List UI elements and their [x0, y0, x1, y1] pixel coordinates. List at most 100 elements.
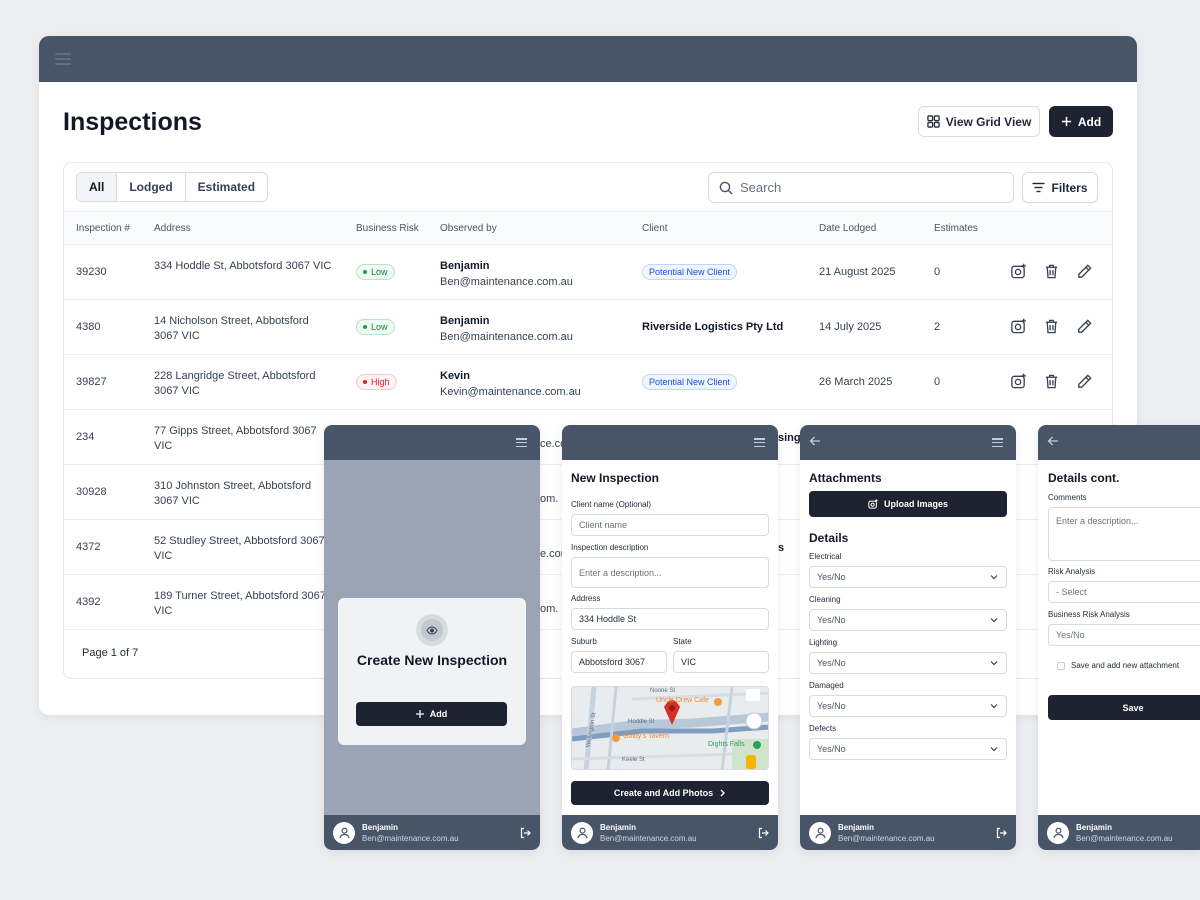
add-button[interactable]: Add [1049, 106, 1113, 137]
risk-badge: Low [356, 319, 395, 335]
observer: Benjamin Ben@maintenance.com.au [440, 313, 573, 345]
damaged-select[interactable]: Yes/No [809, 695, 1007, 717]
avatar[interactable] [1047, 821, 1069, 844]
logout-icon[interactable] [757, 827, 769, 839]
back-arrow-icon[interactable] [809, 435, 821, 447]
add-inspection-button[interactable]: Add [356, 702, 507, 726]
avatar[interactable] [571, 821, 593, 844]
col-date-lodged[interactable]: Date Lodged [819, 223, 876, 234]
lighting-label: Lighting [809, 638, 838, 647]
location-map[interactable]: Uncle Drew Cafe Goldy's Tavern Dights Fa… [571, 686, 769, 770]
inspection-number: 4392 [76, 596, 101, 608]
client-name-input[interactable]: Client name [571, 514, 769, 536]
state-input[interactable]: VIC [673, 651, 769, 673]
lighting-select[interactable]: Yes/No [809, 652, 1007, 674]
risk-low-label: Low [356, 319, 395, 335]
damaged-value: Yes/No [817, 701, 846, 711]
chevron-down-icon [990, 704, 998, 709]
mobile-user-footer: Benjamin Ben@maintenance.com.au [562, 815, 778, 850]
user-icon [576, 827, 588, 839]
inspection-number: 30928 [76, 486, 107, 498]
avatar[interactable] [333, 821, 355, 844]
add-photo-icon[interactable] [1010, 318, 1027, 335]
business-risk-label: Business Risk Analysis [1048, 610, 1130, 619]
tab-lodged[interactable]: Lodged [117, 173, 186, 201]
trash-icon[interactable] [1043, 318, 1060, 335]
user-email: Ben@maintenance.com.au [362, 833, 459, 843]
client-fragment-text: sing [778, 432, 801, 444]
description-input[interactable]: Enter a description... [571, 557, 769, 588]
comments-input[interactable]: Enter a description... [1048, 507, 1200, 561]
mobile-new-inspection-screen: New Inspection Client name (Optional) Cl… [562, 425, 778, 850]
col-business-risk[interactable]: Business Risk [356, 223, 419, 234]
address: 52 Studley Street, Abbotsford 3067 VIC [154, 535, 325, 562]
suburb-label: Suburb [571, 637, 597, 646]
menu-icon[interactable] [516, 438, 527, 447]
search-input[interactable] [740, 180, 980, 195]
save-button[interactable]: Save [1048, 695, 1200, 720]
menu-icon[interactable] [992, 438, 1003, 447]
save-new-attachment-checkbox[interactable] [1057, 662, 1065, 670]
inspection-number: 4380 [76, 321, 101, 333]
user-email: Ben@maintenance.com.au [600, 833, 697, 843]
defects-select[interactable]: Yes/No [809, 738, 1007, 760]
table-row[interactable]: 39230 334 Hoddle St, Abbotsford 3067 VIC… [64, 245, 1112, 300]
trash-icon[interactable] [1043, 373, 1060, 390]
logout-icon[interactable] [995, 827, 1007, 839]
risk-analysis-select[interactable]: - Select [1048, 581, 1200, 603]
client: Potential New Client [642, 264, 738, 280]
menu-icon[interactable] [754, 438, 765, 447]
avatar[interactable] [809, 821, 831, 844]
chevron-right-icon [720, 789, 726, 797]
edit-pencil-icon[interactable] [1076, 263, 1093, 280]
table-row[interactable]: 4380 14 Nicholson Street, Abbotsford 306… [64, 300, 1112, 355]
cleaning-value: Yes/No [817, 615, 846, 625]
row-actions [1010, 263, 1093, 280]
save-new-attachment-label: Save and add new attachment [1071, 661, 1180, 670]
view-grid-button[interactable]: View Grid View [918, 106, 1040, 137]
risk-badge: Low [356, 264, 395, 280]
table-row[interactable]: 39827 228 Langridge Street, Abbotsford 3… [64, 355, 1112, 410]
edit-pencil-icon[interactable] [1076, 318, 1093, 335]
top-bar [39, 36, 1137, 82]
add-photo-icon[interactable] [1010, 263, 1027, 280]
add-photo-icon[interactable] [1010, 373, 1027, 390]
logout-icon[interactable] [519, 827, 531, 839]
map-label-cafe: Uncle Drew Cafe [656, 697, 709, 704]
chevron-down-icon [990, 661, 998, 666]
suburb-input[interactable]: Abbotsford 3067 [571, 651, 667, 673]
address: 77 Gipps Street, Abbotsford 3067 VIC [154, 425, 317, 452]
menu-icon[interactable] [55, 53, 71, 65]
map-label-road4: Noone St [650, 688, 676, 694]
address-input[interactable]: 334 Hoddle St [571, 608, 769, 630]
create-add-photos-button[interactable]: Create and Add Photos [571, 781, 769, 805]
mobile-top-bar [1038, 425, 1200, 460]
upload-images-button[interactable]: Upload Images [809, 491, 1007, 517]
client-fragment: sing [778, 432, 801, 444]
col-address[interactable]: Address [154, 223, 191, 234]
tab-all[interactable]: All [77, 173, 118, 201]
create-inspection-title: Create New Inspection [356, 652, 508, 668]
client-fragment-text: s [778, 542, 785, 554]
map-label-road1: Hoddle St [628, 719, 655, 725]
edit-pencil-icon[interactable] [1076, 373, 1093, 390]
cleaning-label: Cleaning [809, 595, 841, 604]
col-observed-by[interactable]: Observed by [440, 223, 497, 234]
view-grid-label: View Grid View [945, 114, 1032, 129]
create-add-photos-label: Create and Add Photos [613, 788, 714, 798]
col-estimates[interactable]: Estimates [934, 223, 978, 234]
defects-value: Yes/No [817, 744, 846, 754]
cleaning-select[interactable]: Yes/No [809, 609, 1007, 631]
back-arrow-icon[interactable] [1047, 435, 1059, 447]
filters-button[interactable]: Filters [1022, 172, 1098, 203]
observer-name: Benjamin [440, 315, 490, 327]
map-label-tavern: Goldy's Tavern [623, 733, 669, 740]
row-actions [1010, 318, 1093, 335]
col-inspection-num[interactable]: Inspection # [76, 223, 130, 234]
trash-icon[interactable] [1043, 263, 1060, 280]
mobile-top-bar [562, 425, 778, 460]
tab-estimated[interactable]: Estimated [186, 173, 267, 201]
business-risk-select[interactable]: Yes/No [1048, 624, 1200, 646]
electrical-select[interactable]: Yes/No [809, 566, 1007, 588]
col-client[interactable]: Client [642, 223, 668, 234]
